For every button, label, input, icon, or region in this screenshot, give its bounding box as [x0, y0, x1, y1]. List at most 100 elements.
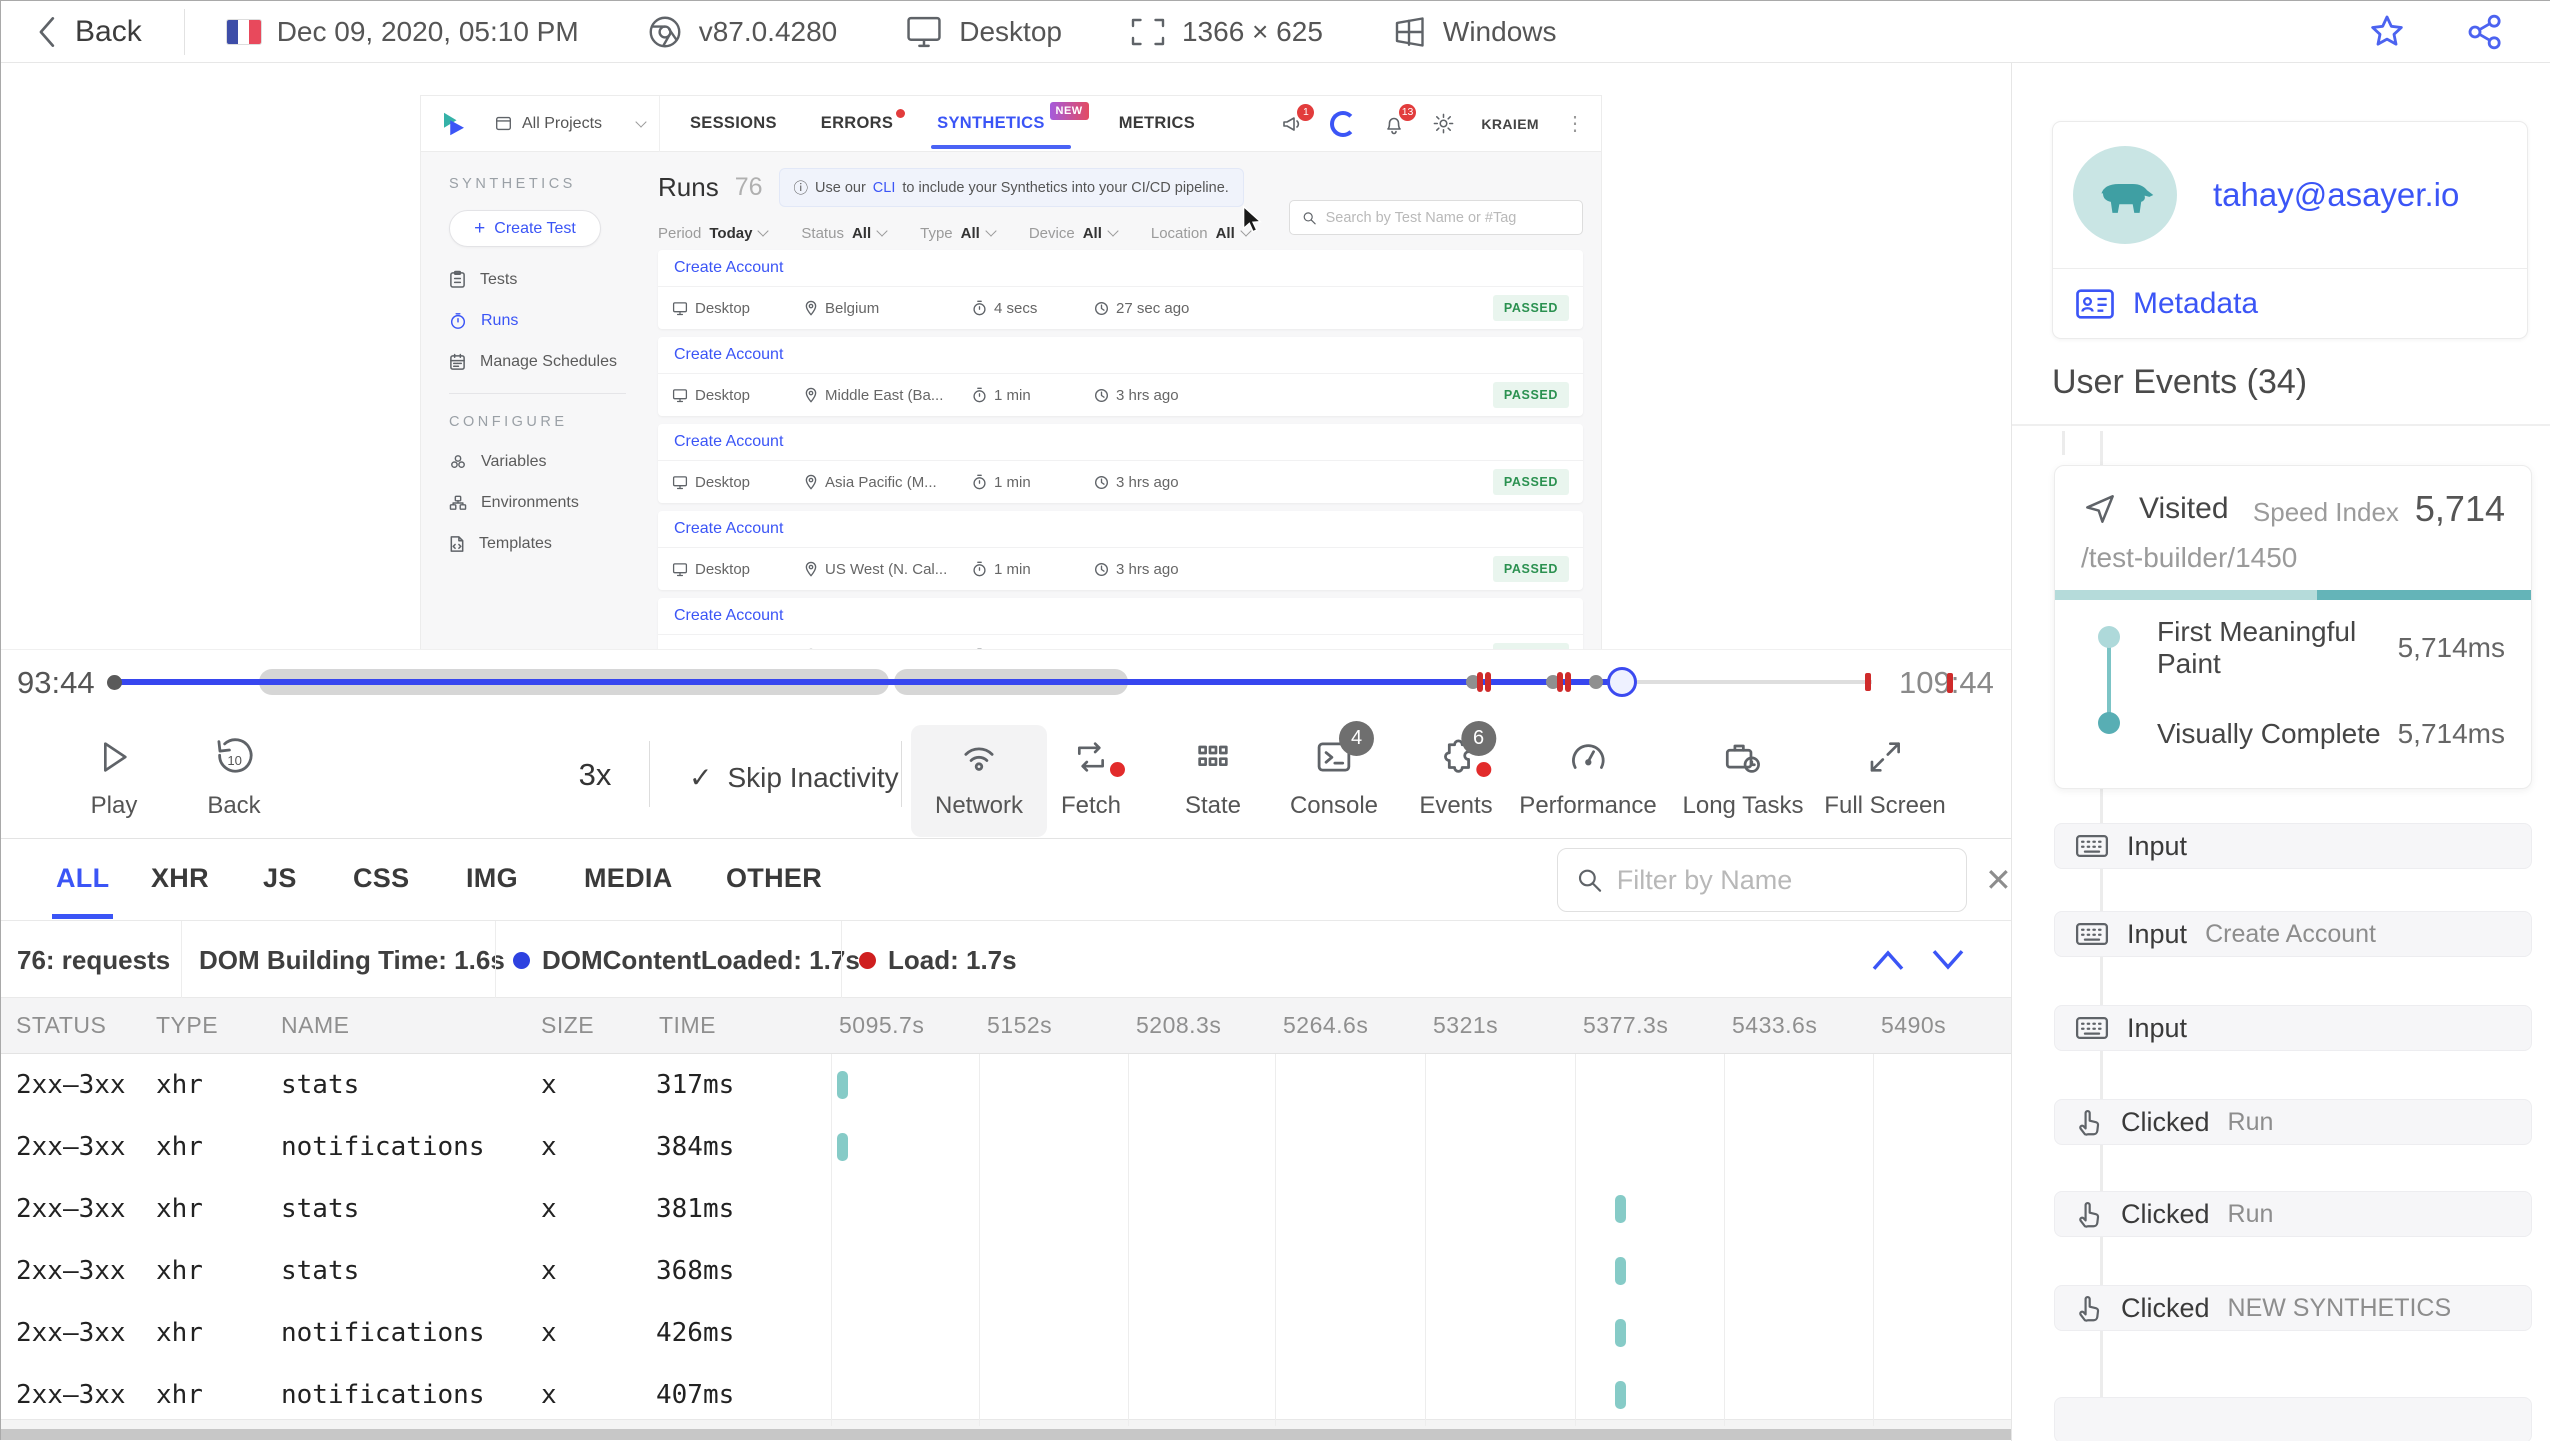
- network-request-row[interactable]: 2xx–3xx xhr stats x 381ms: [1, 1178, 2011, 1240]
- run-name[interactable]: Create Account: [658, 250, 1583, 286]
- run-card[interactable]: Create Account Desktop US West (N. Cal..…: [658, 511, 1583, 590]
- tab-other[interactable]: OTHER: [726, 863, 822, 894]
- test-search-input[interactable]: [1325, 209, 1570, 226]
- clicked-event-card[interactable]: Clicked Run: [2054, 1099, 2532, 1145]
- request-size: x: [541, 1132, 557, 1162]
- notifications-button[interactable]: 13: [1382, 103, 1417, 136]
- input-event-card[interactable]: Input: [2054, 1005, 2532, 1051]
- playhead[interactable]: [1607, 667, 1637, 697]
- tab-media[interactable]: MEDIA: [584, 863, 673, 894]
- clicked-event-card[interactable]: Clicked NEW SYNTHETICS: [2054, 1285, 2532, 1331]
- full-screen-button[interactable]: Full Screen: [1824, 735, 1946, 820]
- skip-inactivity-toggle[interactable]: ✓ Skip Inactivity: [689, 761, 899, 794]
- sidebar-item-tests[interactable]: Tests: [449, 270, 654, 289]
- tab-img[interactable]: IMG: [466, 863, 518, 894]
- resolution-label: 1366 × 625: [1181, 15, 1323, 47]
- favorite-star-icon[interactable]: [2367, 12, 2407, 52]
- load-stat: Load: 1.7s: [859, 945, 1017, 976]
- tab-sessions[interactable]: SESSIONS: [690, 114, 777, 133]
- event-dot: [1589, 675, 1603, 689]
- id-card-icon: [2076, 288, 2114, 319]
- sidebar-item-templates[interactable]: Templates: [449, 535, 654, 553]
- timeline-track[interactable]: [105, 650, 1881, 714]
- viewport-info: 1366 × 625: [1130, 15, 1323, 49]
- run-status-badge: PASSED: [1492, 382, 1569, 408]
- player-timeline[interactable]: 93:44 109:44: [1, 649, 2011, 713]
- monitor-icon: [672, 301, 688, 315]
- sidebar-item-manage-schedules[interactable]: Manage Schedules: [449, 353, 654, 371]
- filter-device[interactable]: Device All: [1029, 225, 1119, 242]
- share-icon[interactable]: [2465, 12, 2505, 52]
- more-menu-icon[interactable]: ⋮: [1565, 111, 1585, 136]
- run-card[interactable]: Create Account Desktop Middle East (Ba..…: [658, 337, 1583, 416]
- tab-errors[interactable]: ERRORS: [821, 109, 906, 133]
- run-name[interactable]: Create Account: [658, 598, 1583, 634]
- gear-icon[interactable]: [1432, 112, 1455, 135]
- test-search-field[interactable]: [1289, 200, 1583, 235]
- network-request-row[interactable]: 2xx–3xx xhr stats x 368ms: [1, 1240, 2011, 1302]
- run-name[interactable]: Create Account: [658, 511, 1583, 547]
- request-time: 381ms: [656, 1194, 735, 1224]
- chevron-down-icon: [876, 225, 888, 237]
- metadata-button[interactable]: Metadata: [2053, 268, 2527, 338]
- announcements-button[interactable]: 1: [1280, 103, 1315, 136]
- run-card[interactable]: Create Account Desktop Belgium 4 secs 27…: [658, 250, 1583, 329]
- fetch-panel-button[interactable]: Fetch: [1061, 735, 1125, 820]
- user-email-link[interactable]: tahay@asayer.io: [2213, 176, 2459, 214]
- network-filter-field[interactable]: [1557, 848, 1967, 912]
- back-10-seconds-button[interactable]: 10 Back: [207, 735, 261, 820]
- tab-xhr[interactable]: XHR: [151, 863, 209, 894]
- close-panel-button[interactable]: ✕: [1985, 861, 2012, 899]
- visited-event-card[interactable]: Visited Speed Index 5,714 /test-builder/…: [2054, 465, 2532, 789]
- tab-css[interactable]: CSS: [353, 863, 409, 894]
- run-name[interactable]: Create Account: [658, 424, 1583, 460]
- input-event-card[interactable]: Input: [2054, 823, 2532, 869]
- filter-status[interactable]: Status All: [801, 225, 888, 242]
- network-request-row[interactable]: 2xx–3xx xhr notifications x 384ms: [1, 1116, 2011, 1178]
- sidebar-item-variables[interactable]: Variables: [449, 453, 654, 471]
- project-selector[interactable]: All Projects: [495, 115, 647, 133]
- cli-link[interactable]: CLI: [873, 180, 896, 196]
- run-name[interactable]: Create Account: [658, 337, 1583, 373]
- user-menu[interactable]: KRAIEM: [1481, 116, 1539, 132]
- divider: [659, 95, 660, 152]
- state-panel-button[interactable]: State: [1185, 735, 1241, 820]
- events-panel-button[interactable]: 6 Events: [1419, 721, 1496, 820]
- monitor-icon: [672, 562, 688, 576]
- jump-previous-icon[interactable]: [1867, 945, 1909, 975]
- jump-next-icon[interactable]: [1927, 945, 1969, 975]
- network-filter-input[interactable]: [1616, 864, 1948, 896]
- create-test-button[interactable]: + Create Test: [449, 210, 601, 247]
- run-duration: 4 secs: [994, 299, 1038, 317]
- tab-all[interactable]: ALL: [51, 863, 114, 919]
- tab-synthetics[interactable]: SYNTHETICS NEW: [931, 102, 1089, 149]
- run-card[interactable]: Create Account Desktop Asia Pacific (M..…: [658, 424, 1583, 503]
- network-request-row[interactable]: 2xx–3xx xhr notifications x 426ms: [1, 1302, 2011, 1364]
- performance-panel-button[interactable]: Performance: [1519, 735, 1657, 820]
- network-request-row[interactable]: 2xx–3xx xhr stats x 317ms: [1, 1054, 2011, 1116]
- partial-event-card[interactable]: [2054, 1397, 2532, 1441]
- run-location: Middle East (Ba...: [825, 386, 944, 404]
- filter-type[interactable]: Type All: [920, 225, 997, 242]
- check-icon: ✓: [689, 762, 713, 793]
- events-count-badge: 6: [1461, 721, 1496, 756]
- filter-period[interactable]: Period Today: [658, 225, 770, 242]
- long-tasks-panel-button[interactable]: Long Tasks: [1683, 735, 1803, 820]
- play-button[interactable]: Play: [91, 735, 137, 820]
- run-card[interactable]: Create Account Desktop Canada (Central..…: [658, 598, 1583, 649]
- input-event-card[interactable]: Input Create Account: [2054, 911, 2532, 957]
- network-panel-button[interactable]: Network: [935, 735, 1023, 820]
- sidebar-item-runs[interactable]: Runs: [449, 312, 654, 330]
- animal-avatar-icon: [2101, 184, 2154, 213]
- tab-js[interactable]: JS: [263, 863, 297, 894]
- tab-metrics[interactable]: METRICS: [1119, 114, 1195, 133]
- playback-speed-button[interactable]: 3x: [579, 757, 612, 793]
- clicked-event-card[interactable]: Clicked Run: [2054, 1191, 2532, 1237]
- filter-location[interactable]: Location All: [1151, 225, 1252, 242]
- divider: [181, 921, 182, 998]
- network-horizontal-scrollbar[interactable]: [1, 1419, 2011, 1429]
- back-button[interactable]: Back: [35, 15, 142, 49]
- sidebar-item-environments[interactable]: Environments: [449, 494, 654, 512]
- console-panel-button[interactable]: 4 Console: [1290, 721, 1378, 820]
- network-request-row[interactable]: 2xx–3xx xhr notifications x 407ms: [1, 1364, 2011, 1426]
